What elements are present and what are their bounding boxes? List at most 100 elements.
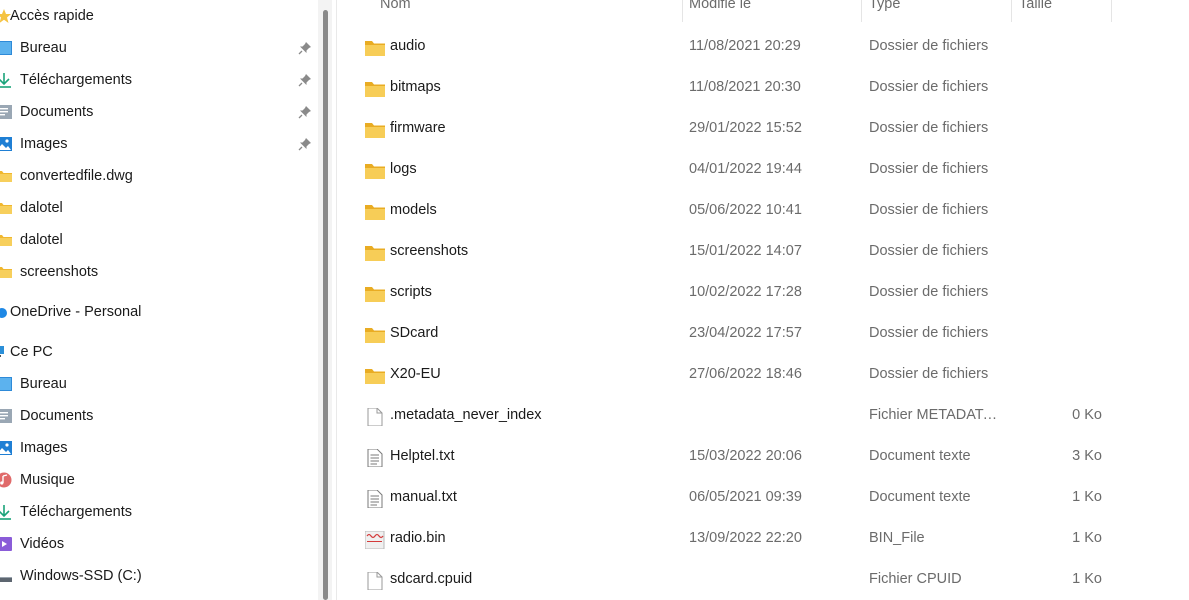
file-type: Fichier METADATA... (869, 407, 1003, 423)
file-row[interactable]: audio 11/08/2021 20:29 Dossier de fichiers (338, 28, 1112, 68)
column-header-name[interactable]: Nom (380, 0, 411, 20)
file-name: screenshots (390, 243, 469, 259)
sidebar-item-quick[interactable]: Bureau (0, 36, 318, 60)
column-header-type[interactable]: Type (869, 0, 900, 20)
file-date: 06/05/2021 09:39 (689, 489, 802, 505)
sidebar-item-pc[interactable]: Bureau (0, 372, 318, 396)
sidebar-quick-access-label: Accès rapide (10, 8, 94, 24)
file-date: 15/03/2022 20:06 (689, 448, 802, 464)
column-header-size[interactable]: Taille (1019, 0, 1052, 20)
music-icon (0, 472, 12, 488)
pin-icon (298, 41, 312, 55)
folder-icon (365, 367, 385, 385)
sidebar-item-pc[interactable]: Images (0, 436, 318, 460)
sidebar-item-pc[interactable]: Téléchargements (0, 500, 318, 524)
file-row[interactable]: Helptel.txt 15/03/2022 20:06 Document text… (338, 438, 1112, 478)
file-type: Dossier de fichiers (869, 202, 989, 218)
pin-icon (298, 137, 312, 151)
sidebar-item-quick[interactable]: Téléchargements (0, 68, 318, 92)
sidebar-item-label: screenshots (20, 264, 99, 280)
file-name: Helptel.txt (390, 448, 455, 464)
images-icon (0, 440, 12, 456)
file-row[interactable]: screenshots 15/01/2022 14:07 Dossier de fi… (338, 233, 1112, 273)
folder-icon (0, 200, 12, 216)
file-date: 05/06/2022 10:41 (689, 202, 802, 218)
sidebar-item-quick[interactable]: screenshots (0, 260, 318, 284)
sidebar-item-label: dalotel (20, 200, 63, 216)
sidebar-item-pc[interactable]: Windows-SSD (C:) (0, 564, 318, 588)
sidebar-item-quick[interactable]: convertedfile.dwg (0, 164, 318, 188)
file-row[interactable]: .metadata_never_index Fichier METADATA...… (338, 397, 1112, 437)
file-row[interactable]: bitmaps 11/08/2021 20:30 Dossier de fichie… (338, 69, 1112, 109)
file-size: 1 Ko (1072, 530, 1102, 546)
file-type: Dossier de fichiers (869, 120, 989, 136)
pane-divider (336, 0, 337, 600)
column-divider[interactable] (1011, 0, 1012, 22)
file-size: 1 Ko (1072, 571, 1102, 587)
file-type: Document texte (869, 448, 971, 464)
file-date: 23/04/2022 17:57 (689, 325, 802, 341)
sidebar-item-label: Vidéos (20, 536, 65, 552)
file-row[interactable]: SDcard 23/04/2022 17:57 Dossier de fichier… (338, 315, 1112, 355)
file-row[interactable]: firmware 29/01/2022 15:52 Dossier de fichi… (338, 110, 1112, 150)
sidebar-item-label: Musique (20, 472, 75, 488)
file-name: firmware (390, 120, 446, 136)
file-name: .metadata_never_index (390, 407, 542, 423)
documents-icon (0, 104, 12, 120)
sidebar-item-quick[interactable]: dalotel (0, 228, 318, 252)
sidebar-item-label: Bureau (20, 376, 67, 392)
file-date: 15/01/2022 14:07 (689, 243, 802, 259)
documents-icon (0, 408, 12, 424)
sidebar-item-pc[interactable]: Musique (0, 468, 318, 492)
bin-file-icon (364, 530, 385, 550)
file-date: 27/06/2022 18:46 (689, 366, 802, 382)
file-name: bitmaps (390, 79, 441, 95)
column-divider[interactable] (682, 0, 683, 22)
file-type: Dossier de fichiers (869, 243, 989, 259)
blank-file-icon (365, 571, 385, 591)
file-row[interactable]: manual.txt 06/05/2021 09:39 Document texte… (338, 479, 1112, 519)
folder-icon (365, 203, 385, 221)
computer-icon (0, 344, 10, 360)
file-date: 10/02/2022 17:28 (689, 284, 802, 300)
cloud-icon (0, 304, 10, 320)
column-divider[interactable] (1111, 0, 1112, 22)
sidebar-item-pc[interactable]: Documents (0, 404, 318, 428)
sidebar-scrollbar-thumb[interactable] (323, 10, 328, 600)
column-header-modified[interactable]: Modifié le (689, 0, 751, 20)
sidebar-this-pc[interactable]: Ce PC (0, 340, 318, 364)
sidebar-item-quick[interactable]: dalotel (0, 196, 318, 220)
text-file-icon (365, 489, 385, 509)
sidebar-item-label: Documents (20, 104, 94, 120)
sidebar-item-label: Windows-SSD (C:) (20, 568, 142, 584)
folder-icon (365, 162, 385, 180)
sidebar-item-pc[interactable]: Vidéos (0, 532, 318, 556)
file-size: 3 Ko (1072, 448, 1102, 464)
sidebar-item-label: Téléchargements (20, 72, 133, 88)
folder-icon (365, 121, 385, 139)
sidebar-item-label: convertedfile.dwg (20, 168, 133, 184)
file-row[interactable]: logs 04/01/2022 19:44 Dossier de fichiers (338, 151, 1112, 191)
sidebar-item-quick[interactable]: Images (0, 132, 318, 156)
blank-file-icon (365, 407, 385, 427)
file-row[interactable]: scripts 10/02/2022 17:28 Dossier de fichie… (338, 274, 1112, 314)
sidebar-onedrive-label: OneDrive - Personal (10, 304, 142, 320)
sidebar-quick-access[interactable]: Accès rapide (0, 4, 318, 28)
download-icon (0, 72, 12, 88)
column-divider[interactable] (861, 0, 862, 22)
file-type: Fichier CPUID (869, 571, 962, 587)
file-name: audio (390, 38, 426, 54)
sidebar-item-quick[interactable]: Documents (0, 100, 318, 124)
file-name: radio.bin (390, 530, 446, 546)
sidebar-onedrive[interactable]: OneDrive - Personal (0, 300, 318, 324)
images-icon (0, 136, 12, 152)
file-row[interactable]: models 05/06/2022 10:41 Dossier de fichier… (338, 192, 1112, 232)
file-type: Document texte (869, 489, 971, 505)
sidebar-item-label: dalotel (20, 232, 63, 248)
pin-icon (298, 73, 312, 87)
pin-icon (298, 105, 312, 119)
folder-icon (365, 39, 385, 57)
file-row[interactable]: X20-EU 27/06/2022 18:46 Dossier de fichier… (338, 356, 1112, 396)
file-row[interactable]: radio.bin 13/09/2022 22:20 BIN_File 1 Ko (338, 520, 1112, 560)
file-row[interactable]: sdcard.cpuid Fichier CPUID 1 Ko (338, 561, 1112, 600)
